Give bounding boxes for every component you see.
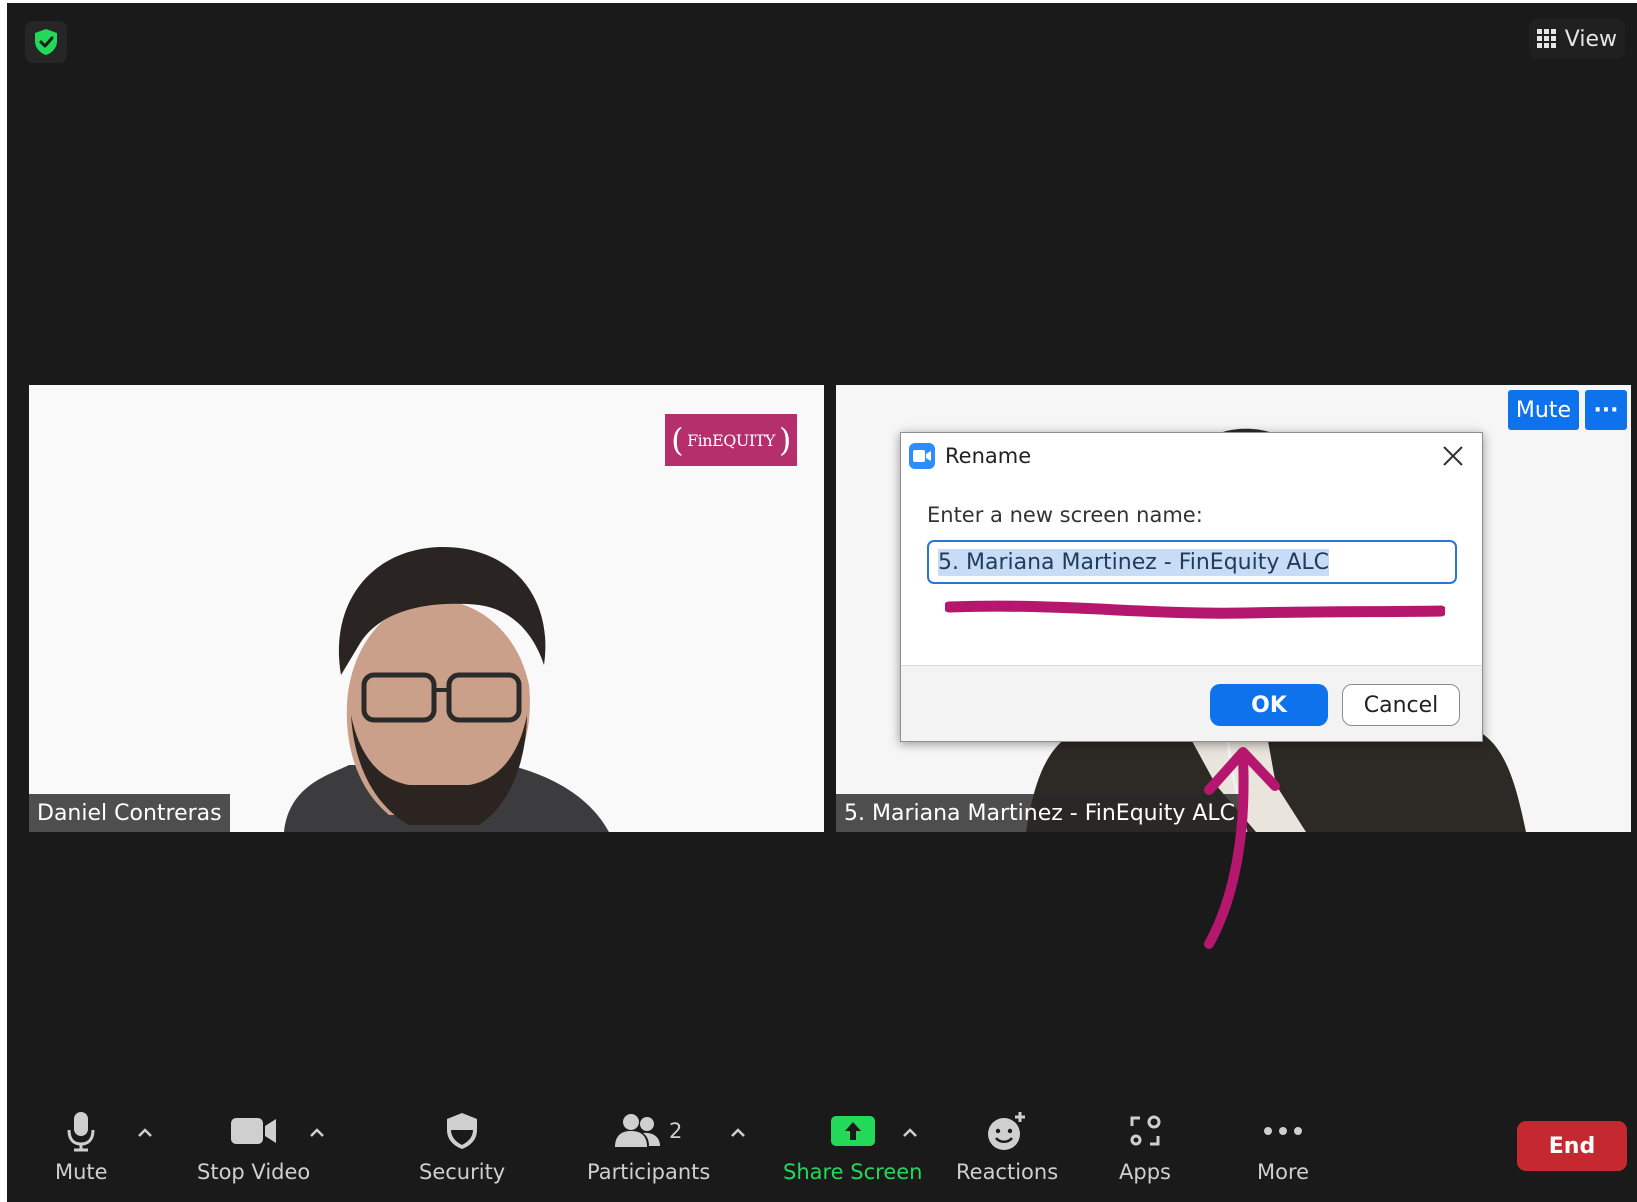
participants-icon bbox=[614, 1114, 660, 1147]
screen-name-input[interactable]: 5. Mariana Martinez - FinEquity ALC bbox=[927, 540, 1457, 584]
participant-name-tag: Daniel Contreras bbox=[29, 794, 230, 832]
reactions-smiley-icon bbox=[988, 1112, 1026, 1150]
dialog-titlebar: Rename bbox=[901, 433, 1482, 479]
reactions-label: Reactions bbox=[956, 1160, 1059, 1184]
more-button[interactable]: More bbox=[1257, 1105, 1309, 1184]
shield-icon bbox=[447, 1113, 478, 1149]
rename-dialog: Rename Enter a new screen name: 5. Maria… bbox=[900, 432, 1483, 742]
ok-button[interactable]: OK bbox=[1210, 684, 1328, 726]
mute-label: Mute bbox=[55, 1160, 108, 1184]
view-button[interactable]: View bbox=[1528, 19, 1625, 59]
screen-name-label: Enter a new screen name: bbox=[927, 503, 1203, 527]
stop-video-button[interactable]: Stop Video bbox=[197, 1105, 310, 1184]
dialog-title: Rename bbox=[945, 444, 1032, 468]
annotation-arrow bbox=[1204, 747, 1280, 949]
video-options-chevron-icon[interactable] bbox=[307, 1126, 327, 1140]
more-dots-icon bbox=[1264, 1127, 1303, 1135]
end-meeting-button[interactable]: End bbox=[1517, 1121, 1627, 1171]
video-camera-icon bbox=[230, 1118, 276, 1144]
dialog-footer: OK Cancel bbox=[901, 665, 1482, 741]
apps-label: Apps bbox=[1119, 1160, 1171, 1184]
zoom-app-icon bbox=[909, 443, 935, 469]
participants-button[interactable]: 2 Participants bbox=[587, 1105, 710, 1184]
mute-button[interactable]: Mute bbox=[55, 1105, 108, 1184]
grid-icon bbox=[1536, 29, 1556, 48]
participant-name-tag: 5. Mariana Martinez - FinEquity ALC bbox=[836, 794, 1244, 832]
stop-video-label: Stop Video bbox=[197, 1160, 311, 1184]
video-tile-daniel[interactable]: (FinEQUITY) Daniel Contreras bbox=[29, 385, 824, 832]
view-label: View bbox=[1564, 26, 1617, 52]
encryption-shield-icon[interactable] bbox=[25, 21, 67, 63]
tile-mute-button[interactable]: Mute bbox=[1507, 390, 1579, 430]
share-screen-label: Share Screen bbox=[783, 1160, 923, 1184]
apps-icon bbox=[1130, 1115, 1161, 1146]
close-icon[interactable] bbox=[1440, 443, 1466, 469]
reactions-button[interactable]: Reactions bbox=[956, 1105, 1058, 1184]
participants-options-chevron-icon[interactable] bbox=[728, 1126, 748, 1140]
participants-label: Participants bbox=[587, 1160, 711, 1184]
finequity-logo: (FinEQUITY) bbox=[665, 414, 797, 466]
meeting-toolbar: Mute Stop Video Security 2 Participants … bbox=[7, 1097, 1637, 1202]
meeting-window: View (FinEQUITY) Daniel Contreras Mute ·… bbox=[7, 3, 1637, 1202]
participant-count: 2 bbox=[668, 1119, 683, 1143]
more-label: More bbox=[1257, 1160, 1310, 1184]
microphone-icon bbox=[67, 1112, 95, 1152]
screen-name-value: 5. Mariana Martinez - FinEquity ALC bbox=[938, 548, 1330, 576]
logo-text: FinEQUITY bbox=[687, 430, 775, 450]
share-options-chevron-icon[interactable] bbox=[900, 1126, 920, 1140]
security-label: Security bbox=[419, 1160, 506, 1184]
audio-options-chevron-icon[interactable] bbox=[135, 1126, 155, 1140]
share-screen-button[interactable]: Share Screen bbox=[783, 1105, 922, 1184]
cancel-button[interactable]: Cancel bbox=[1342, 684, 1460, 726]
apps-button[interactable]: Apps bbox=[1119, 1105, 1171, 1184]
security-button[interactable]: Security bbox=[419, 1105, 505, 1184]
share-screen-icon bbox=[830, 1116, 875, 1146]
annotation-underline bbox=[945, 600, 1445, 619]
tile-more-button[interactable]: ··· bbox=[1585, 390, 1627, 430]
